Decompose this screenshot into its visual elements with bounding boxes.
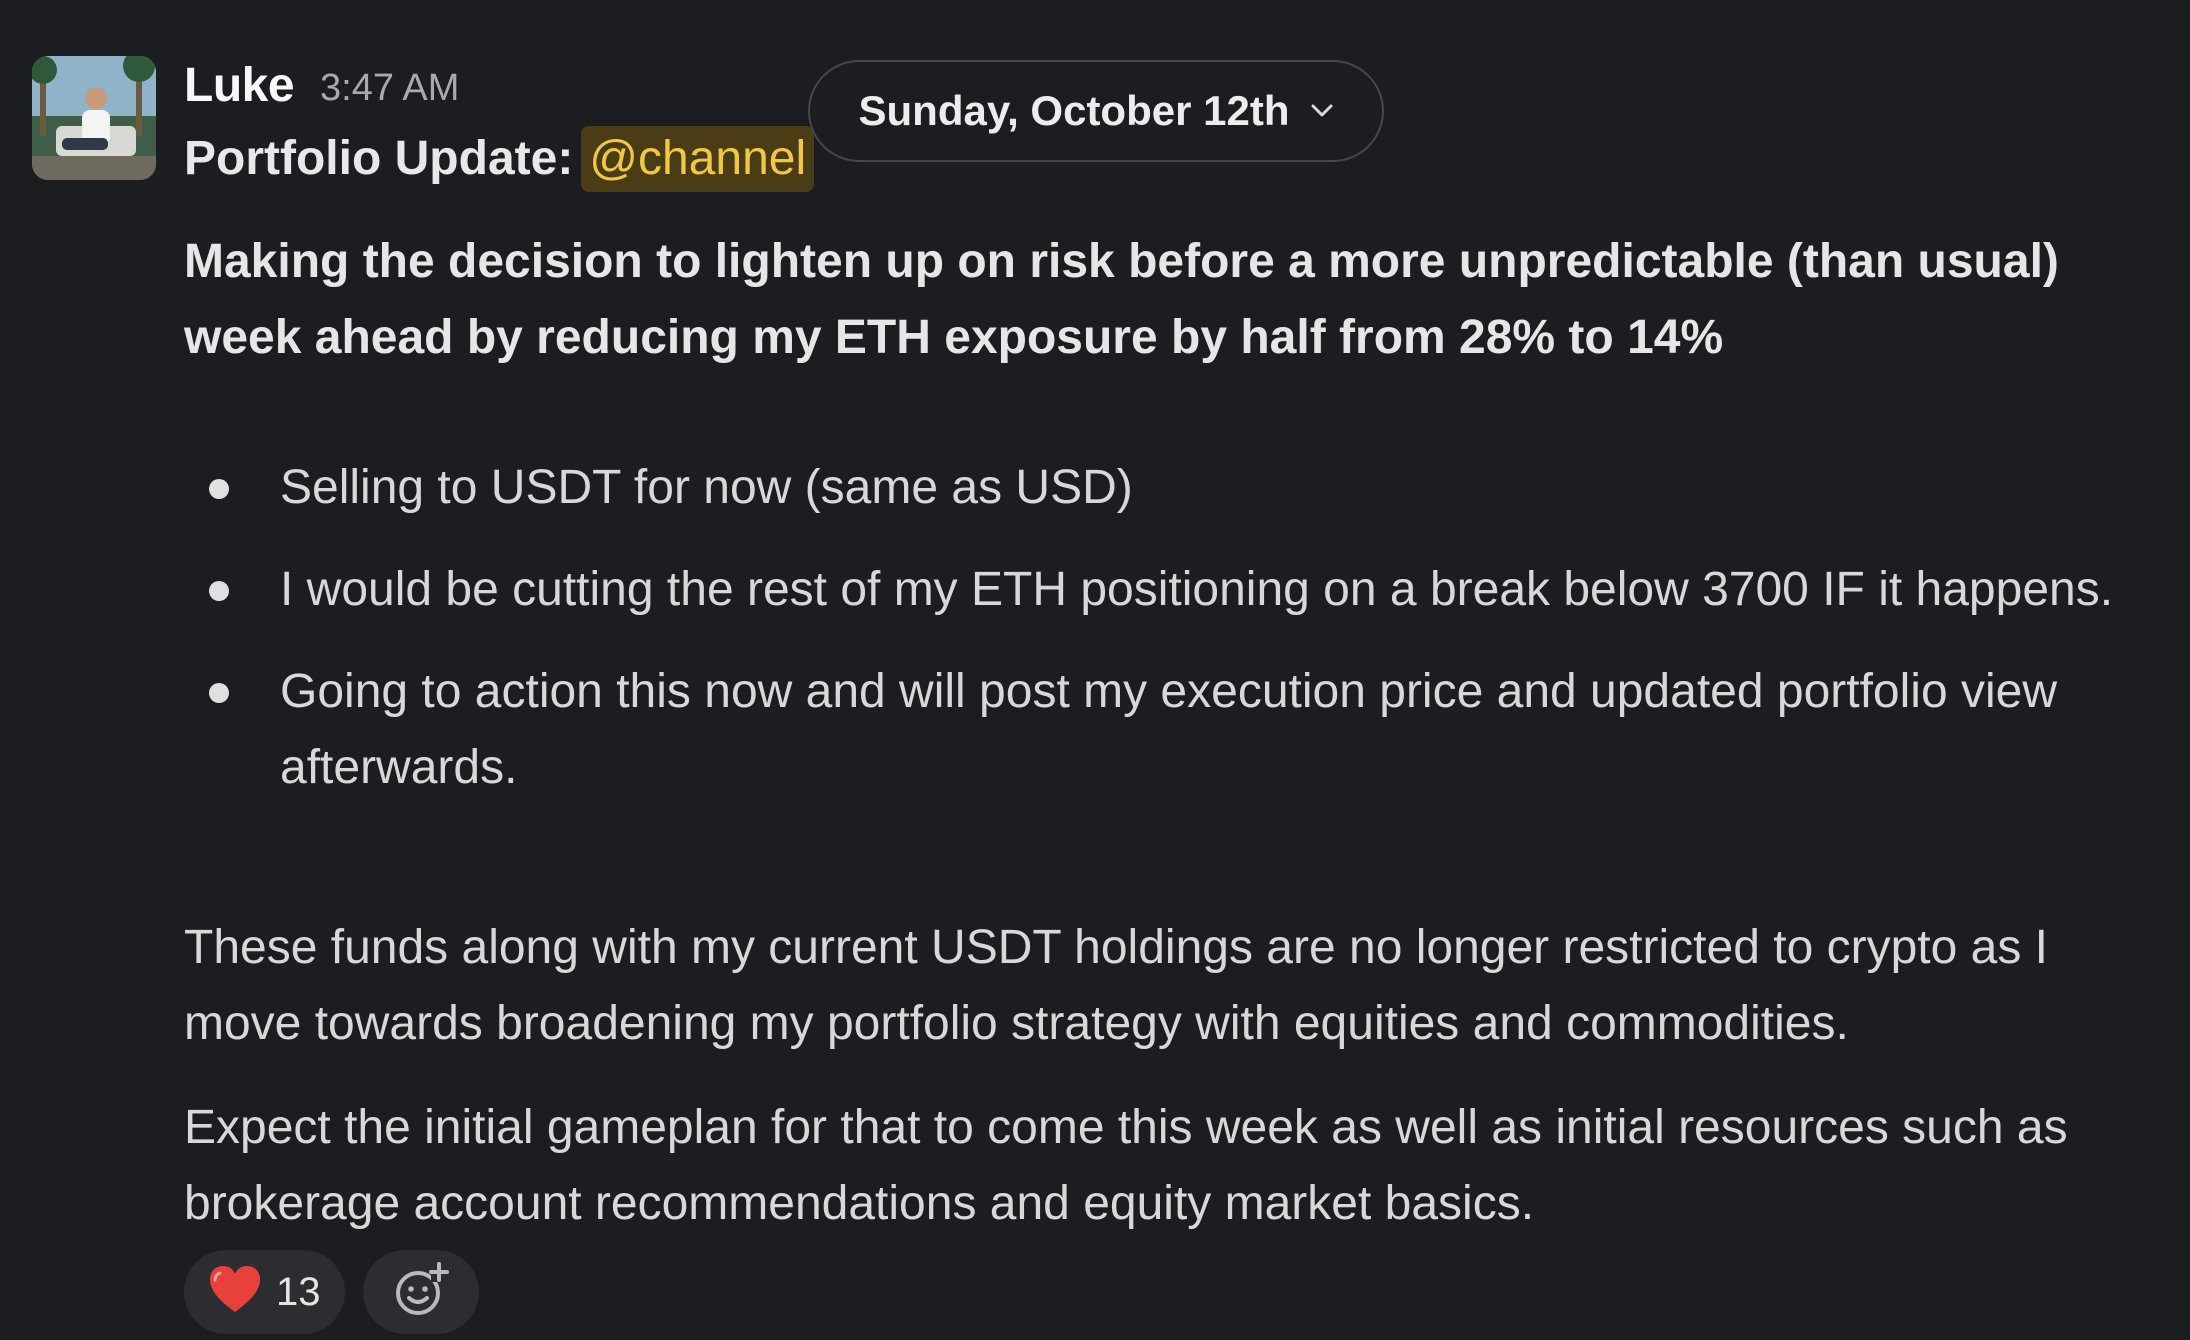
avatar[interactable] [32,56,156,180]
message-subject: Portfolio Update: @channel [184,126,815,192]
heart-icon [208,1265,262,1320]
add-reaction-button[interactable] [362,1250,479,1334]
subject-prefix: Portfolio Update: [184,132,574,185]
bullet-list: Selling to USDT for now (same as USD) I … [184,450,2144,832]
date-divider-label: Sunday, October 12th [858,87,1290,134]
bullet-dot-icon [209,581,229,601]
list-item-text: Selling to USDT for now (same as USD) [280,461,1133,514]
reaction-bar: 13 [184,1250,479,1334]
add-emoji-icon [391,1260,451,1325]
author-name[interactable]: Luke [184,54,295,118]
list-item: Going to action this now and will post m… [184,654,2144,806]
list-item-text: I would be cutting the rest of my ETH po… [280,563,2114,616]
message-paragraph: These funds along with my current USDT h… [184,921,2049,1050]
heart-reaction-button[interactable]: 13 [184,1250,345,1334]
chevron-down-icon [1311,94,1333,125]
reaction-count: 13 [276,1269,321,1314]
message-lead-text: Making the decision to lighten up on ris… [184,235,2059,364]
list-item: I would be cutting the rest of my ETH po… [184,552,2144,628]
list-item: Selling to USDT for now (same as USD) [184,450,2144,526]
list-item-text: Going to action this now and will post m… [280,665,2058,794]
message-timestamp[interactable]: 3:47 AM [320,60,459,116]
chat-message: Luke 3:47 AM Portfolio Update: @channel S… [0,0,2190,1340]
message-paragraph: Expect the initial gameplan for that to … [184,1101,2068,1230]
channel-mention[interactable]: @channel [581,126,815,192]
date-divider-button[interactable]: Sunday, October 12th [808,60,1384,162]
bullet-dot-icon [209,479,229,499]
bullet-dot-icon [209,683,229,703]
